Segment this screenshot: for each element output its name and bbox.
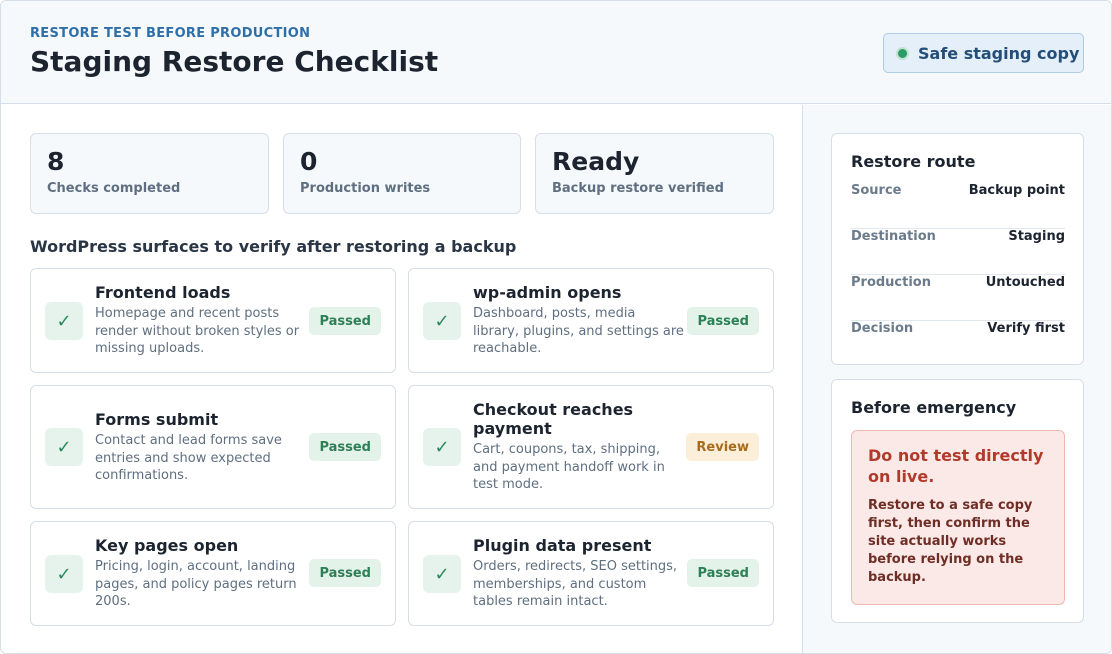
check-card-wp-admin: ✓ wp-admin opens Dashboard, posts, media… xyxy=(408,268,774,373)
check-card-frontend: ✓ Frontend loads Homepage and recent pos… xyxy=(30,268,396,373)
check-description: Dashboard, posts, media library, plugins… xyxy=(473,306,684,356)
route-row-decision: Decision Verify first xyxy=(851,321,1065,367)
stat-label: Production writes xyxy=(300,181,431,196)
check-title: Forms submit xyxy=(95,410,219,429)
check-title: Checkout reaches payment xyxy=(473,400,634,438)
stat-label: Backup restore verified xyxy=(552,181,724,196)
side-panel: Restore route Source Backup point Destin… xyxy=(802,105,1111,653)
safe-staging-label: Safe staging copy xyxy=(918,43,1080,63)
route-row-source: Source Backup point xyxy=(851,183,1065,229)
route-value: Staging xyxy=(1008,229,1065,244)
stat-checks-completed: 8 Checks completed xyxy=(30,133,269,214)
stat-label: Checks completed xyxy=(47,181,181,196)
route-row-production: Production Untouched xyxy=(851,275,1065,321)
before-emergency-panel: Before emergency Do not test directly on… xyxy=(831,379,1084,623)
check-icon: ✓ xyxy=(423,555,461,593)
main-content: 8 Checks completed 0 Production writes R… xyxy=(1,105,802,653)
check-title: wp-admin opens xyxy=(473,283,622,302)
page-header: RESTORE TEST BEFORE PRODUCTION Staging R… xyxy=(1,1,1111,104)
before-emergency-title: Before emergency xyxy=(851,398,1017,417)
status-badge: Passed xyxy=(309,307,381,335)
warning-title: Do not test directly on live. xyxy=(868,446,1044,486)
check-icon: ✓ xyxy=(423,302,461,340)
route-value: Untouched xyxy=(985,275,1065,290)
check-title: Key pages open xyxy=(95,536,239,555)
route-row-destination: Destination Staging xyxy=(851,229,1065,275)
check-card-plugin-data: ✓ Plugin data present Orders, redirects,… xyxy=(408,521,774,626)
route-value: Verify first xyxy=(987,321,1065,336)
section-title: WordPress surfaces to verify after resto… xyxy=(30,237,517,256)
check-title: Frontend loads xyxy=(95,283,231,302)
route-key: Decision xyxy=(851,321,914,336)
route-key: Destination xyxy=(851,229,936,244)
route-value: Backup point xyxy=(968,183,1065,198)
stat-production-writes: 0 Production writes xyxy=(283,133,521,214)
check-icon: ✓ xyxy=(45,555,83,593)
restore-route-panel: Restore route Source Backup point Destin… xyxy=(831,133,1084,365)
warning-callout: Do not test directly on live. Restore to… xyxy=(851,430,1065,605)
status-badge: Passed xyxy=(687,307,759,335)
check-icon: ✓ xyxy=(45,302,83,340)
status-dot-icon xyxy=(896,46,909,60)
page-title: Staging Restore Checklist xyxy=(30,45,439,78)
check-card-checkout: ✓ Checkout reaches payment Cart, coupons… xyxy=(408,385,774,509)
route-key: Source xyxy=(851,183,902,198)
status-badge: Passed xyxy=(309,559,381,587)
checklist-window: RESTORE TEST BEFORE PRODUCTION Staging R… xyxy=(0,0,1112,654)
stat-value: 0 xyxy=(300,147,318,176)
status-badge: Review xyxy=(686,433,759,461)
check-icon: ✓ xyxy=(423,428,461,466)
stat-backup-restore: Ready Backup restore verified xyxy=(535,133,774,214)
check-description: Pricing, login, account, landing pages, … xyxy=(95,559,297,609)
safe-staging-badge: Safe staging copy xyxy=(883,33,1084,73)
check-description: Cart, coupons, tax, shipping, and paymen… xyxy=(473,442,665,492)
check-card-key-pages: ✓ Key pages open Pricing, login, account… xyxy=(30,521,396,626)
check-description: Orders, redirects, SEO settings, members… xyxy=(473,559,678,609)
status-badge: Passed xyxy=(309,433,381,461)
warning-text: Restore to a safe copy first, then confi… xyxy=(868,498,1033,585)
check-title: Plugin data present xyxy=(473,536,652,555)
stat-value: Ready xyxy=(552,147,640,176)
route-key: Production xyxy=(851,275,931,290)
status-badge: Passed xyxy=(687,559,759,587)
restore-route-title: Restore route xyxy=(851,152,976,171)
check-icon: ✓ xyxy=(45,428,83,466)
stat-value: 8 xyxy=(47,147,65,176)
check-description: Contact and lead forms save entries and … xyxy=(95,433,282,483)
check-card-forms: ✓ Forms submit Contact and lead forms sa… xyxy=(30,385,396,509)
check-description: Homepage and recent posts render without… xyxy=(95,306,300,356)
page-eyebrow: RESTORE TEST BEFORE PRODUCTION xyxy=(30,26,311,41)
